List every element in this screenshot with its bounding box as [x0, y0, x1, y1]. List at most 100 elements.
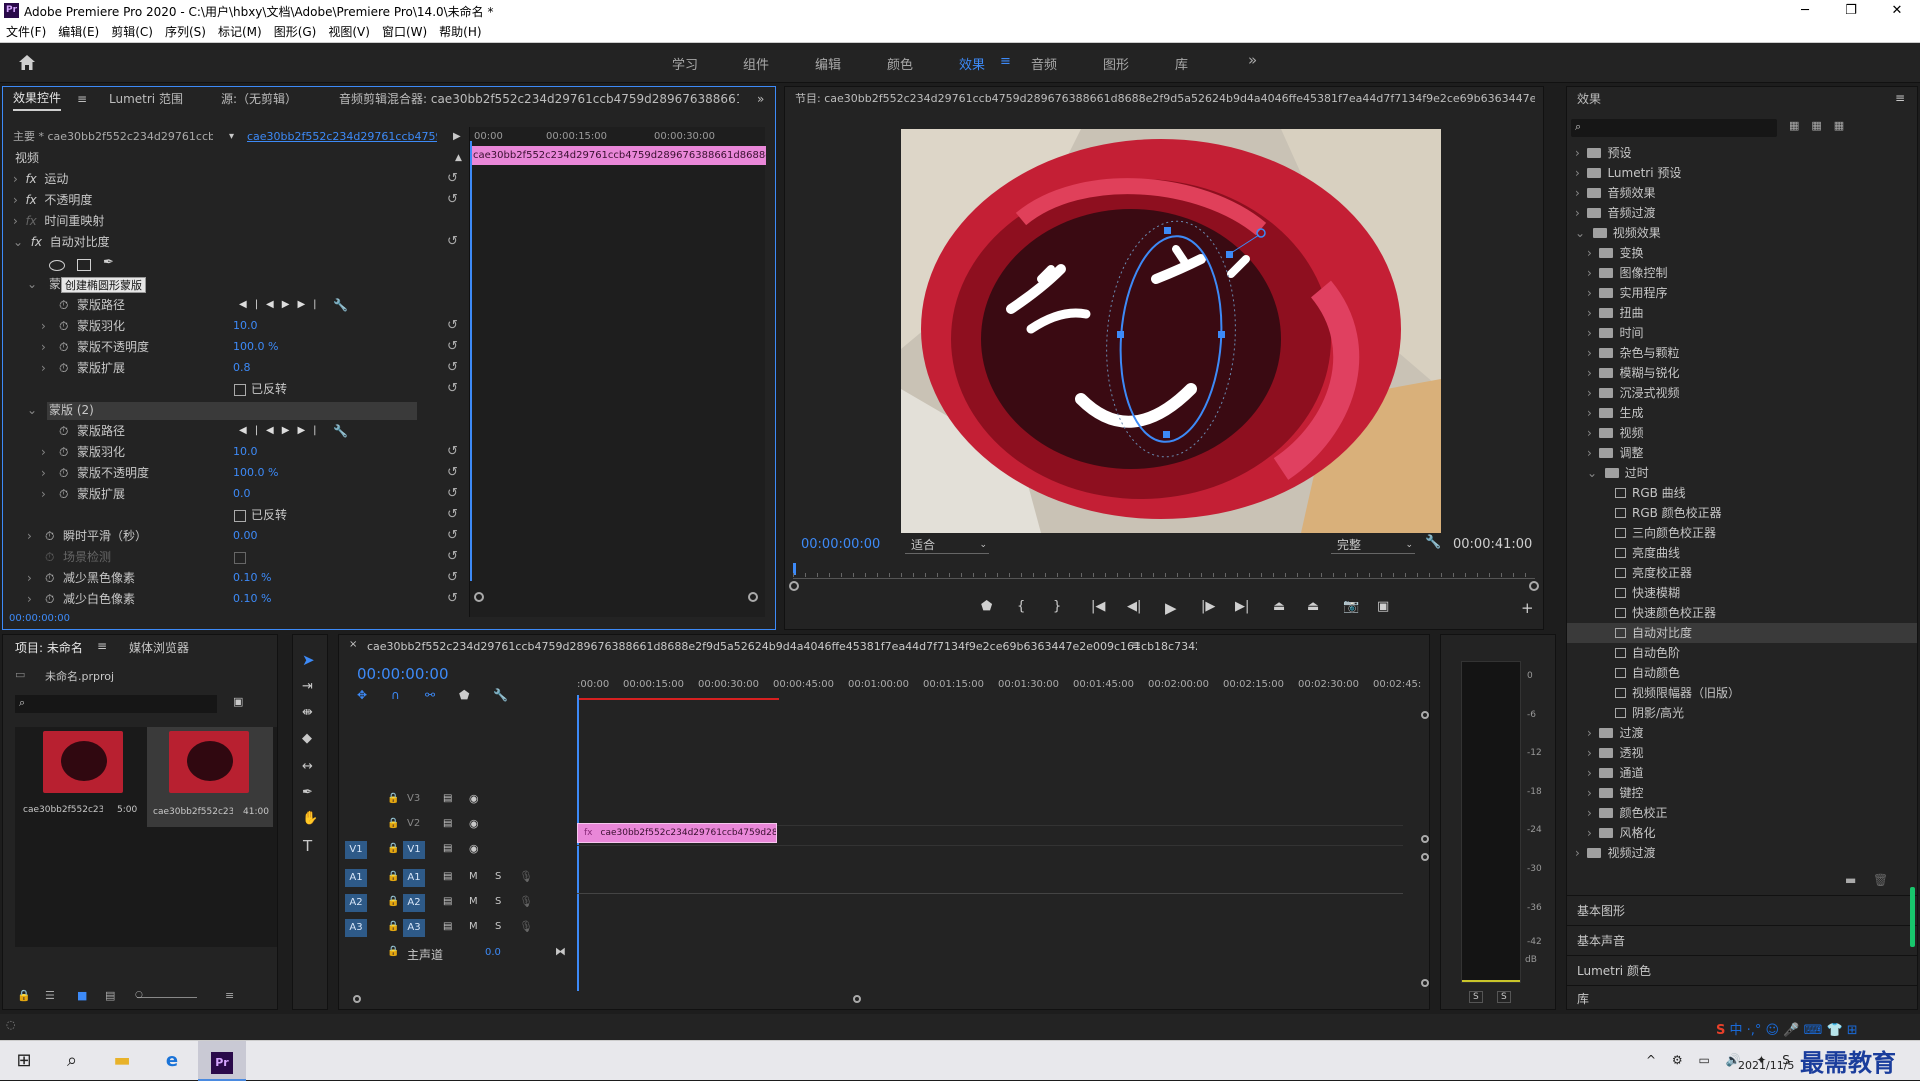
scroll-handle[interactable] [1421, 711, 1429, 719]
mic-icon[interactable]: 🎙 [519, 895, 533, 908]
tree-folder[interactable]: › 颜色校正 [1567, 803, 1917, 823]
workspace-assembly[interactable]: 组件 [743, 54, 769, 73]
ime-toolbar[interactable]: S 中 ·,° ☺ 🎤 ⌨ 👕 ⊞ [1716, 1019, 1916, 1039]
reset-icon[interactable]: ↺ [447, 444, 458, 459]
mute-button[interactable]: M [469, 921, 478, 932]
mask2-collapse-icon[interactable]: ⌄ [27, 400, 37, 421]
tab-project[interactable]: 项目: 未命名 [15, 639, 83, 656]
workspace-audio[interactable]: 音频 [1031, 54, 1057, 73]
timeline-clip-v1[interactable]: fx cae30bb2f552c234d29761ccb4759d28967 [577, 823, 777, 843]
timeline-ruler[interactable]: :00:00 00:00:15:00 00:00:30:00 00:00:45:… [577, 679, 1421, 703]
stopwatch-icon[interactable]: ⏱ [59, 337, 68, 358]
tree-folder[interactable]: › 实用程序 [1567, 283, 1917, 303]
workspace-effects[interactable]: 效果 [959, 54, 985, 73]
tree-folder[interactable]: › 模糊与锐化 [1567, 363, 1917, 383]
tree-folder[interactable]: › 风格化 [1567, 823, 1917, 843]
track-lock-icon[interactable]: 🔒 [387, 793, 399, 804]
solo-button[interactable]: S [495, 871, 501, 882]
effect-item[interactable]: 三向颜色校正器 [1567, 523, 1917, 543]
add-marker-icon[interactable]: ⬟ [459, 688, 469, 702]
reset-icon[interactable]: ↺ [447, 486, 458, 501]
tab-menu-icon[interactable]: ≡ [1131, 638, 1141, 652]
settings-wrench-icon[interactable]: 🔧 [1425, 535, 1441, 550]
comparison-view-icon[interactable]: ▣ [1377, 599, 1389, 614]
stopwatch-icon[interactable]: ⏱ [59, 442, 68, 463]
tab-source[interactable]: 源:（无剪辑） [221, 87, 297, 111]
section-essential-graphics[interactable]: 基本图形 [1567, 895, 1917, 925]
effect-item[interactable]: 亮度校正器 [1567, 563, 1917, 583]
solo-button[interactable]: S [495, 896, 501, 907]
solo-right-button[interactable]: S [1497, 991, 1511, 1003]
menu-edit[interactable]: 编辑(E) [52, 21, 105, 43]
scene-detect-checkbox[interactable] [234, 552, 246, 564]
scrollbar-thumb[interactable] [1910, 887, 1915, 947]
stopwatch-icon[interactable]: ⏱ [45, 568, 54, 589]
nest-icon[interactable]: ✥ [357, 688, 367, 702]
mute-button[interactable]: M [469, 871, 478, 882]
track-label-v2[interactable]: V2 [407, 818, 420, 829]
expand-icon[interactable]: › [27, 568, 32, 589]
track-label-a1[interactable]: A1 [403, 869, 425, 887]
expand-icon[interactable]: › [41, 358, 46, 379]
project-search-input[interactable]: ⌕ [15, 695, 217, 713]
workspace-effects-menu-icon[interactable]: ≡ [1000, 54, 1011, 69]
search-icon[interactable]: ⌕ [48, 1041, 96, 1081]
track-select-tool-icon[interactable]: ⇥ [302, 679, 313, 694]
workspace-color[interactable]: 颜色 [887, 54, 913, 73]
menu-marker[interactable]: 标记(M) [212, 21, 268, 43]
timeline-timecode[interactable]: 00:00:00:00 [357, 665, 449, 683]
sync-lock-icon[interactable]: ▤ [443, 818, 452, 829]
pen-tool-icon[interactable]: ✒ [302, 785, 313, 800]
tree-folder-obsolete[interactable]: ⌄ 过时 [1567, 463, 1917, 483]
scroll-handle[interactable] [1421, 979, 1429, 987]
track-lock-icon[interactable]: 🔒 [387, 896, 399, 907]
more-workspaces-icon[interactable]: » [1248, 51, 1257, 69]
tree-folder[interactable]: › 图像控制 [1567, 263, 1917, 283]
section-lumetri-color[interactable]: Lumetri 颜色 [1567, 955, 1917, 985]
export-frame-icon[interactable]: 📷 [1343, 599, 1359, 614]
windows-start-icon[interactable]: ⊞ [0, 1041, 48, 1081]
tree-folder[interactable]: › 变换 [1567, 243, 1917, 263]
step-forward-icon[interactable]: |▶ [1201, 599, 1215, 614]
quality-select[interactable]: 完整 ⌄ [1331, 536, 1415, 554]
zoom-slider-knob[interactable]: ○ [135, 990, 143, 1000]
mic-icon[interactable]: 🎙 [519, 870, 533, 883]
menu-window[interactable]: 窗口(W) [376, 21, 433, 43]
expand-icon[interactable]: › [41, 337, 46, 358]
stopwatch-icon[interactable]: ⏱ [59, 463, 68, 484]
reset-icon[interactable]: ↺ [447, 318, 458, 333]
extract-icon[interactable]: ⏏ [1307, 599, 1319, 614]
snap-icon[interactable]: ∩ [391, 688, 400, 702]
tree-folder[interactable]: › 视频 [1567, 423, 1917, 443]
source-patch-a1[interactable]: A1 [345, 869, 367, 887]
zoom-handle[interactable] [789, 581, 799, 591]
track-label-v3[interactable]: V3 [407, 793, 420, 804]
stopwatch-icon[interactable]: ⏱ [59, 358, 68, 379]
tree-audio-effects[interactable]: › 音频效果 [1567, 183, 1917, 203]
fx-row-opacity[interactable]: › fx 不透明度 [13, 190, 92, 211]
effect-item[interactable]: 快速模糊 [1567, 583, 1917, 603]
reset-icon[interactable]: ↺ [447, 528, 458, 543]
zoom-handle[interactable] [853, 995, 861, 1003]
work-area-bar[interactable] [577, 698, 779, 700]
workspace-editing[interactable]: 编辑 [815, 54, 841, 73]
settings-wrench-icon[interactable]: 🔧 [493, 688, 508, 702]
new-bin-icon[interactable]: ▬ [1845, 873, 1856, 887]
workspace-learn[interactable]: 学习 [672, 54, 698, 73]
reset-icon[interactable]: ↺ [447, 465, 458, 480]
tree-folder[interactable]: › 扭曲 [1567, 303, 1917, 323]
home-icon[interactable] [18, 54, 36, 71]
mask2-expand-value[interactable]: 0.0 [233, 484, 251, 505]
menu-clip[interactable]: 剪辑(C) [105, 21, 159, 43]
tree-folder[interactable]: › 通道 [1567, 763, 1917, 783]
add-button-icon[interactable]: + [1521, 599, 1534, 617]
track-label-a3[interactable]: A3 [403, 919, 425, 937]
lock-icon[interactable]: 🔒 [17, 989, 31, 1002]
track-label-v1[interactable]: V1 [403, 841, 425, 859]
tree-folder[interactable]: › 杂色与颗粒 [1567, 343, 1917, 363]
list-view-icon[interactable]: ☰ [45, 989, 55, 1002]
tree-folder[interactable]: › 沉浸式视频 [1567, 383, 1917, 403]
project-item[interactable]: cae30bb2f552c23... 5:00 [21, 731, 143, 839]
tree-audio-transitions[interactable]: › 音频过渡 [1567, 203, 1917, 223]
source-patch-a2[interactable]: A2 [345, 894, 367, 912]
